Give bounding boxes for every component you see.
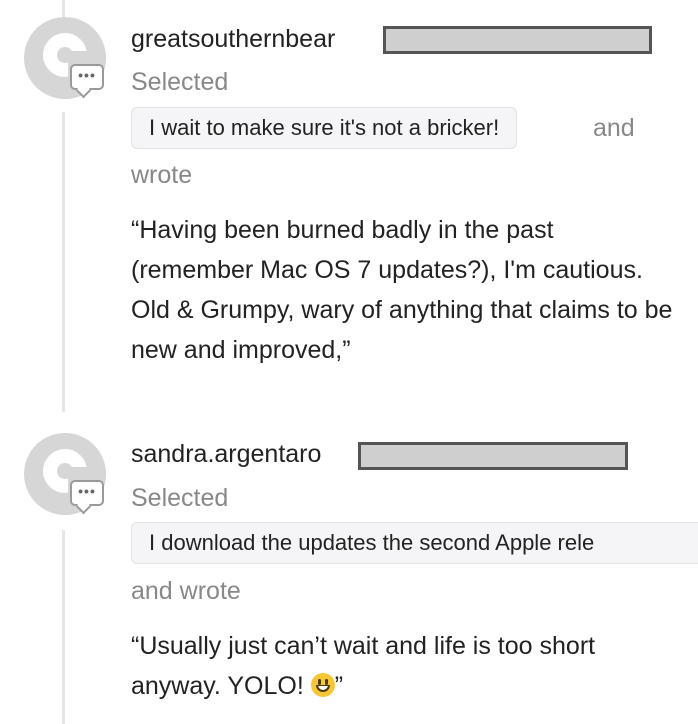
redacted-block <box>358 442 628 470</box>
selection-text: I download the updates the second Apple … <box>149 530 595 555</box>
and-wrote-label: and wrote <box>131 577 241 605</box>
grinning-face-emoji-icon <box>310 673 335 697</box>
selection-chip[interactable]: I download the updates the second Apple … <box>131 522 698 564</box>
comment-text: “Usually just can’t wait and life is too… <box>131 632 596 700</box>
selected-label: Selected <box>131 484 229 512</box>
activity-entry: ••• sandra.argentaro Selected I download… <box>0 0 698 724</box>
username-link[interactable]: sandra.argentaro <box>131 440 321 469</box>
comment-bubble-icon: ••• <box>70 480 104 506</box>
